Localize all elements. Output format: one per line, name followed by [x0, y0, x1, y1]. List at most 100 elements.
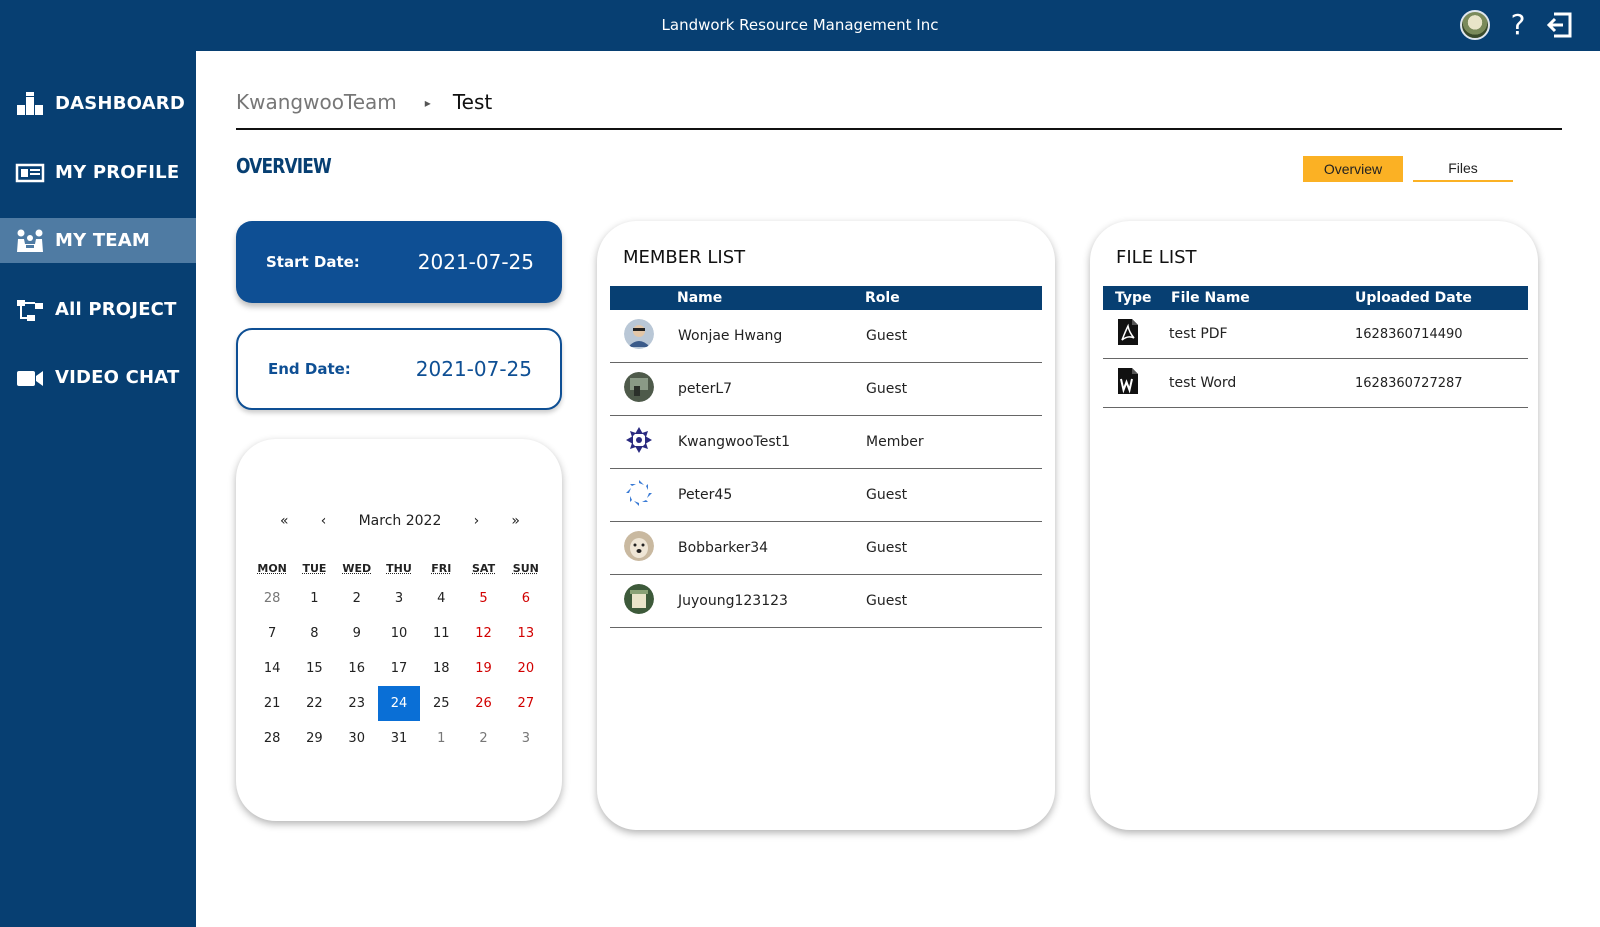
calendar-day[interactable]: 18	[420, 651, 462, 686]
breadcrumb-team-link[interactable]: KwangwooTeam	[236, 90, 397, 114]
video-camera-icon	[17, 370, 43, 386]
calendar-next-month-button[interactable]: ›	[474, 513, 480, 529]
calendar-day[interactable]: 1	[293, 581, 335, 616]
tab-overview[interactable]: Overview	[1303, 156, 1403, 182]
member-list-panel: MEMBER LIST Name Role Wonjae Hwang Guest…	[597, 221, 1055, 830]
help-icon[interactable]: ?	[1506, 10, 1530, 40]
weekday-label: THU	[386, 562, 412, 575]
calendar-week: 21 22 23 24 25 26 27	[251, 686, 547, 721]
sidebar-item-dashboard[interactable]: DASHBOARD	[0, 81, 196, 126]
calendar: « ‹ March 2022 › » MON TUE WED THU FRI S…	[236, 439, 562, 821]
calendar-prev-year-button[interactable]: «	[280, 513, 289, 529]
dashboard-icon	[17, 91, 43, 115]
calendar-day[interactable]: 2	[336, 581, 378, 616]
member-avatar	[624, 319, 654, 349]
weekday-label: WED	[342, 562, 372, 575]
member-avatar	[624, 372, 654, 402]
calendar-day[interactable]: 17	[378, 651, 420, 686]
member-row[interactable]: KwangwooTest1 Member	[610, 416, 1042, 469]
calendar-day[interactable]: 7	[251, 616, 293, 651]
word-icon	[1118, 368, 1138, 394]
calendar-week: 7 8 9 10 11 12 13	[251, 616, 547, 651]
calendar-day[interactable]: 29	[293, 721, 335, 756]
start-date-label: Start Date:	[266, 253, 360, 271]
file-row[interactable]: test Word 1628360727287	[1103, 359, 1528, 408]
calendar-day[interactable]: 8	[293, 616, 335, 651]
calendar-day[interactable]: 9	[336, 616, 378, 651]
calendar-day[interactable]: 30	[336, 721, 378, 756]
start-date-card: Start Date: 2021-07-25	[236, 221, 562, 303]
file-row[interactable]: test PDF 1628360714490	[1103, 310, 1528, 359]
calendar-week: 14 15 16 17 18 19 20	[251, 651, 547, 686]
sidebar-item-label: VIDEO CHAT	[55, 367, 180, 388]
profile-card-icon	[15, 163, 45, 182]
member-role: Member	[866, 434, 924, 450]
calendar-day[interactable]: 13	[505, 616, 547, 651]
calendar-day[interactable]: 14	[251, 651, 293, 686]
calendar-day[interactable]: 2	[462, 721, 504, 756]
sidebar-item-label: MY PROFILE	[55, 162, 180, 183]
calendar-day[interactable]: 11	[420, 616, 462, 651]
calendar-day[interactable]: 10	[378, 616, 420, 651]
member-role: Guest	[866, 540, 908, 556]
sidebar-item-label: MY TEAM	[55, 230, 151, 251]
calendar-day[interactable]: 19	[462, 651, 504, 686]
calendar-next-year-button[interactable]: »	[511, 513, 520, 529]
calendar-day[interactable]: 6	[505, 581, 547, 616]
calendar-day[interactable]: 5	[462, 581, 504, 616]
calendar-day[interactable]: 31	[378, 721, 420, 756]
calendar-day[interactable]: 15	[293, 651, 335, 686]
column-header-name: Name	[677, 290, 723, 306]
calendar-day[interactable]: 21	[251, 686, 293, 721]
calendar-day[interactable]: 3	[378, 581, 420, 616]
calendar-day[interactable]: 3	[505, 721, 547, 756]
member-table: Name Role Wonjae Hwang Guest peterL7 Gue…	[610, 286, 1042, 628]
pdf-icon	[1118, 319, 1138, 345]
member-name: Juyoung123123	[678, 593, 788, 609]
member-row[interactable]: peterL7 Guest	[610, 363, 1042, 416]
calendar-day[interactable]: 1	[420, 721, 462, 756]
weekday-label: FRI	[431, 562, 452, 575]
member-role: Guest	[866, 381, 908, 397]
calendar-prev-month-button[interactable]: ‹	[321, 513, 327, 529]
calendar-navigation: « ‹ March 2022 › »	[280, 513, 520, 529]
calendar-day[interactable]: 27	[505, 686, 547, 721]
sidebar-item-video-chat[interactable]: VIDEO CHAT	[0, 355, 196, 400]
member-avatar	[624, 425, 654, 455]
calendar-month-label[interactable]: March 2022	[359, 513, 442, 529]
calendar-day[interactable]: 28	[251, 581, 293, 616]
calendar-day[interactable]: 20	[505, 651, 547, 686]
calendar-day[interactable]: 26	[462, 686, 504, 721]
member-name: Wonjae Hwang	[678, 328, 783, 344]
column-header-uploaded-date: Uploaded Date	[1355, 290, 1472, 306]
tab-files[interactable]: Files	[1413, 156, 1513, 182]
calendar-day[interactable]: 12	[462, 616, 504, 651]
sidebar-item-my-profile[interactable]: MY PROFILE	[0, 150, 196, 195]
end-date-card: End Date: 2021-07-25	[236, 328, 562, 410]
top-bar: Landwork Resource Management Inc ?	[0, 0, 1600, 51]
member-row[interactable]: Wonjae Hwang Guest	[610, 310, 1042, 363]
sidebar-item-my-team[interactable]: MY TEAM	[0, 218, 196, 263]
member-avatar	[624, 478, 654, 508]
member-row[interactable]: Peter45 Guest	[610, 469, 1042, 522]
logout-icon[interactable]	[1546, 10, 1574, 40]
sidebar: DASHBOARD MY PROFILE MY TEAM All PROJECT	[0, 51, 196, 927]
member-row[interactable]: Bobbarker34 Guest	[610, 522, 1042, 575]
file-name: test Word	[1169, 375, 1237, 391]
calendar-day[interactable]: 23	[336, 686, 378, 721]
calendar-day-selected[interactable]: 24	[377, 686, 421, 721]
calendar-day[interactable]: 4	[420, 581, 462, 616]
calendar-day[interactable]: 16	[336, 651, 378, 686]
calendar-day[interactable]: 25	[420, 686, 462, 721]
calendar-day[interactable]: 22	[293, 686, 335, 721]
weekday-label: MON	[257, 562, 287, 575]
calendar-week: 28 1 2 3 4 5 6	[251, 581, 547, 616]
overview-heading: OVERVIEW	[236, 154, 332, 178]
user-avatar-icon[interactable]	[1460, 10, 1490, 40]
calendar-day[interactable]: 28	[251, 721, 293, 756]
file-table-header: Type File Name Uploaded Date	[1103, 286, 1528, 310]
sidebar-item-all-project[interactable]: All PROJECT	[0, 287, 196, 332]
weekday-label: SUN	[512, 562, 539, 575]
file-list-title: FILE LIST	[1116, 247, 1197, 268]
member-row[interactable]: Juyoung123123 Guest	[610, 575, 1042, 628]
